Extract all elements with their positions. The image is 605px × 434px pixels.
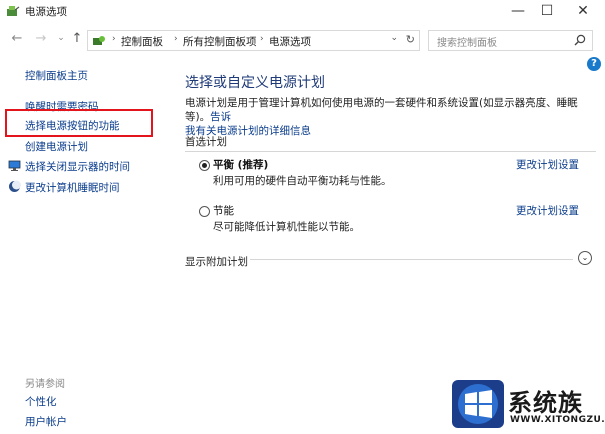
sidebar-item-display-off-label: 选择关闭显示器的时间	[25, 161, 130, 173]
plan-balanced-change-link[interactable]: 更改计划设置	[516, 157, 579, 172]
see-also-personalization[interactable]: 个性化	[25, 394, 57, 409]
plan-balanced-name[interactable]: 平衡 (推荐)	[213, 157, 268, 172]
sidebar-item-home[interactable]: 控制面板主页	[25, 68, 88, 83]
back-arrow-icon[interactable]: ←	[9, 31, 25, 46]
breadcrumb-control-panel[interactable]: 控制面板	[121, 34, 163, 49]
help-icon[interactable]: ?	[587, 57, 601, 71]
learn-more-link-1[interactable]: 告诉	[210, 111, 231, 123]
sidebar-item-sleep-time-label: 更改计算机睡眠时间	[25, 182, 120, 194]
control-panel-icon	[93, 36, 105, 45]
plan-power-saver-change-link[interactable]: 更改计划设置	[516, 203, 579, 218]
refresh-icon[interactable]: ↻	[406, 33, 415, 46]
description-text: 电源计划是用于管理计算机如何使用电源的一套硬件和系统设置(如显示器亮度、睡眠等)…	[185, 97, 578, 123]
page-title: 选择或自定义电源计划	[185, 75, 325, 91]
plan-power-saver-name[interactable]: 节能	[213, 203, 234, 218]
sidebar-item-sleep-time[interactable]: 更改计算机睡眠时间	[8, 180, 120, 195]
divider	[250, 259, 573, 260]
recent-dropdown-icon[interactable]: ⌄	[53, 33, 69, 43]
close-button[interactable]: ✕	[561, 0, 605, 22]
address-row: ← → ⌄ ↑ › 控制面板 › 所有控制面板项 › 电源选项 ⌄ ↻ 搜索控制…	[0, 22, 605, 58]
breadcrumb-separator-icon: ›	[174, 34, 178, 44]
divider	[185, 151, 596, 152]
search-placeholder: 搜索控制面板	[437, 38, 497, 49]
watermark-logo-icon	[452, 380, 504, 428]
window-title: 电源选项	[25, 6, 67, 18]
plan-balanced-desc: 利用可用的硬件自动平衡功耗与性能。	[213, 175, 392, 187]
search-icon[interactable]	[574, 34, 586, 46]
title-bar: 电源选项 — ☐ ✕	[0, 0, 605, 22]
watermark-text: 系统族	[508, 389, 583, 417]
power-options-icon	[7, 6, 20, 16]
forward-arrow-icon[interactable]: →	[33, 31, 49, 46]
plan-balanced-radio[interactable]	[199, 160, 210, 171]
breadcrumb-separator-icon: ›	[260, 34, 264, 44]
address-bar[interactable]: › 控制面板 › 所有控制面板项 › 电源选项 ⌄ ↻	[87, 30, 420, 51]
plan-power-saver-radio[interactable]	[199, 206, 210, 217]
chevron-down-icon[interactable]: ⌄	[578, 251, 592, 265]
preferred-plans-label: 首选计划	[185, 136, 227, 148]
see-also-user-accounts[interactable]: 用户帐户	[25, 414, 67, 429]
see-also-label: 另请参阅	[25, 379, 65, 390]
search-input[interactable]: 搜索控制面板	[428, 30, 593, 51]
address-dropdown-icon[interactable]: ⌄	[390, 33, 398, 43]
sidebar-item-display-off[interactable]: 选择关闭显示器的时间	[8, 159, 130, 174]
breadcrumb-power-options[interactable]: 电源选项	[269, 34, 311, 49]
show-additional-plans-label[interactable]: 显示附加计划	[185, 254, 248, 269]
monitor-icon	[8, 160, 21, 171]
moon-icon	[9, 180, 21, 192]
sidebar-item-create-plan[interactable]: 创建电源计划	[25, 139, 88, 154]
watermark-url: WWW.XITONGZU.COM	[510, 415, 605, 425]
up-arrow-icon[interactable]: ↑	[69, 31, 85, 46]
breadcrumb-all-items[interactable]: 所有控制面板项	[183, 34, 257, 49]
breadcrumb-separator-icon: ›	[112, 34, 116, 44]
highlight-box	[5, 109, 153, 137]
plan-power-saver-desc: 尽可能降低计算机性能以节能。	[213, 221, 360, 233]
page-description: 电源计划是用于管理计算机如何使用电源的一套硬件和系统设置(如显示器亮度、睡眠等)…	[185, 96, 597, 138]
